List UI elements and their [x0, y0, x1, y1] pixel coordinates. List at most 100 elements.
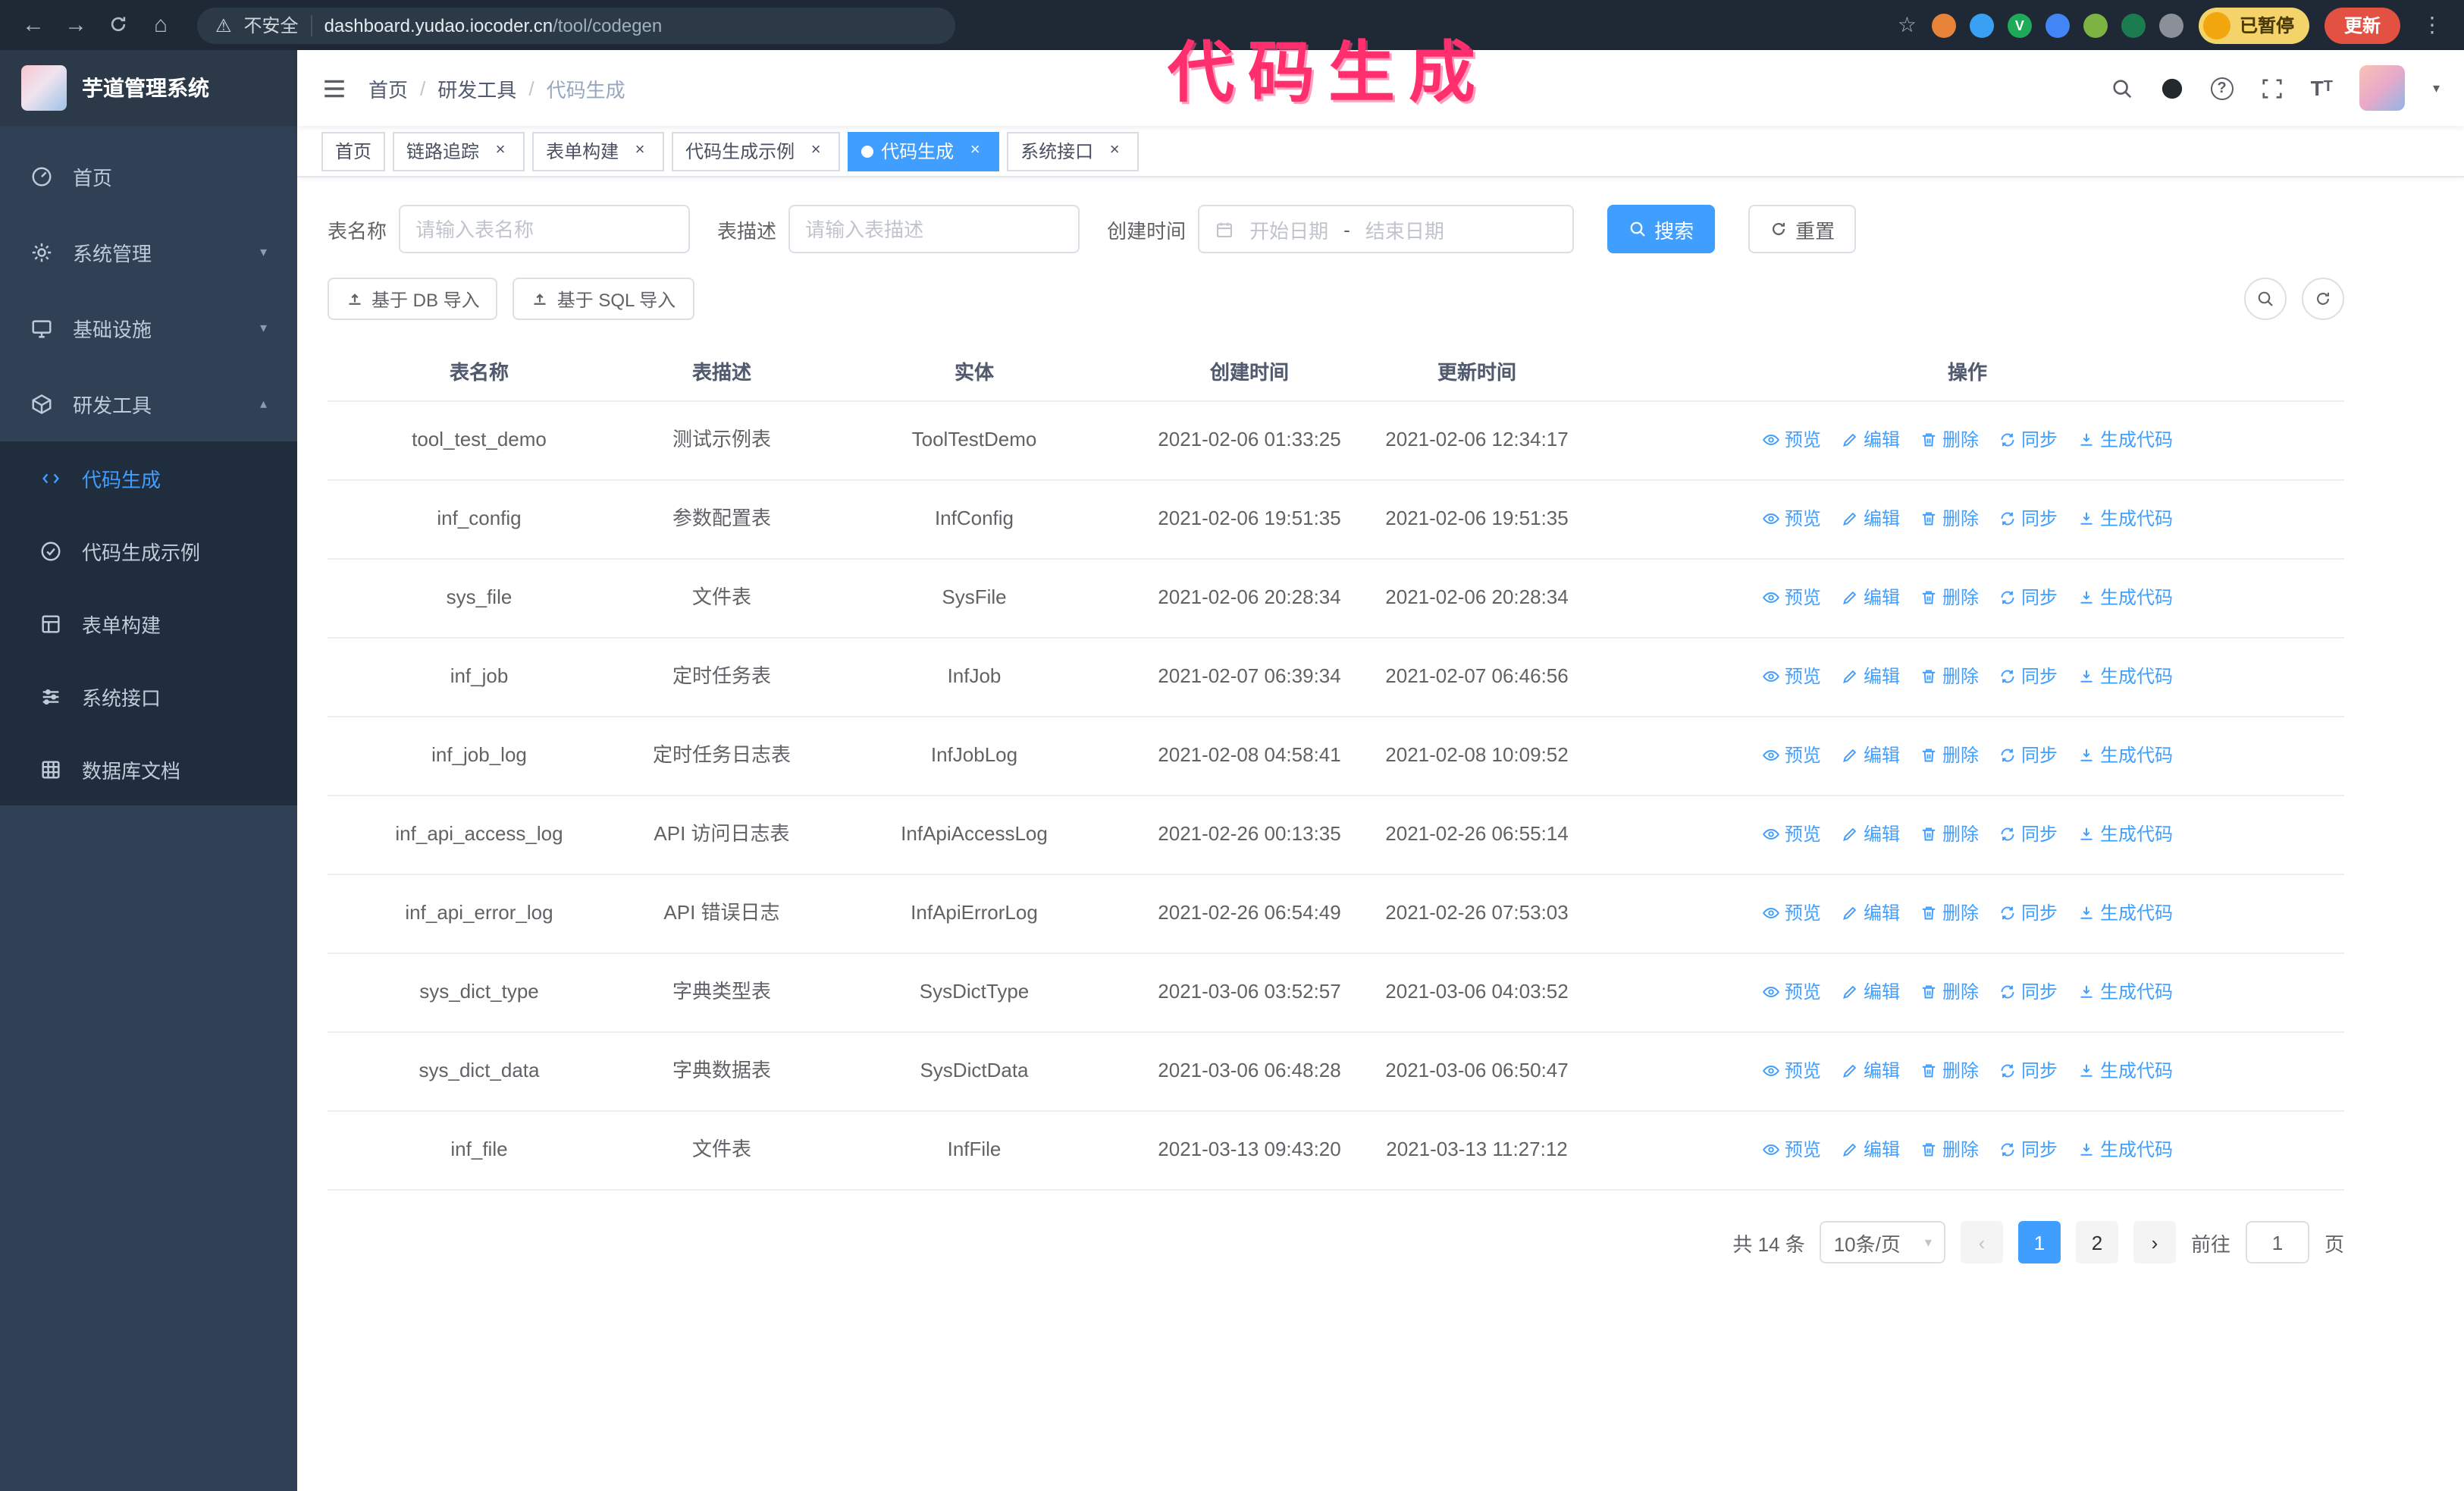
delete-action[interactable]: 删除	[1920, 978, 1979, 1009]
page-size-select[interactable]: 10条/页 ▾	[1820, 1221, 1945, 1263]
sidebar-item-system-api[interactable]: 系统接口	[0, 660, 297, 733]
edit-action[interactable]: 编辑	[1841, 583, 1900, 614]
sidebar-item-infra[interactable]: 基础设施 ▾	[0, 290, 297, 366]
table-name-input[interactable]	[399, 205, 691, 253]
hamburger-icon[interactable]	[321, 75, 347, 101]
import-db-button[interactable]: 基于 DB 导入	[328, 278, 498, 320]
tab-close-icon[interactable]: ×	[1104, 140, 1125, 162]
edit-action[interactable]: 编辑	[1841, 978, 1900, 1009]
date-range-input[interactable]: 开始日期 - 结束日期	[1198, 205, 1575, 253]
preview-action[interactable]: 预览	[1762, 899, 1821, 930]
delete-action[interactable]: 删除	[1920, 662, 1979, 693]
tab-home[interactable]: 首页	[321, 131, 386, 171]
delete-action[interactable]: 删除	[1920, 425, 1979, 457]
sync-action[interactable]: 同步	[1998, 504, 2058, 535]
goto-page-input[interactable]	[2245, 1221, 2309, 1263]
tab-system-api[interactable]: 系统接口 ×	[1007, 131, 1140, 171]
sync-action[interactable]: 同步	[1998, 820, 2058, 851]
edit-action[interactable]: 编辑	[1841, 504, 1900, 535]
extension-icon-7[interactable]	[2158, 13, 2183, 37]
extension-icon-6[interactable]	[2121, 13, 2146, 37]
table-desc-input[interactable]	[788, 205, 1080, 253]
generate-code-action[interactable]: 生成代码	[2077, 899, 2173, 930]
prev-page-button[interactable]: ‹	[1960, 1221, 2003, 1263]
preview-action[interactable]: 预览	[1762, 504, 1821, 535]
sync-action[interactable]: 同步	[1998, 978, 2058, 1009]
extension-icon-5[interactable]	[2083, 13, 2108, 37]
font-size-icon[interactable]: TT	[2311, 77, 2333, 99]
back-icon[interactable]: ←	[15, 7, 52, 43]
address-bar[interactable]: ⚠ 不安全 dashboard.yudao.iocoder.cn/tool/co…	[197, 7, 955, 43]
import-sql-button[interactable]: 基于 SQL 导入	[513, 278, 694, 320]
help-icon[interactable]: ?	[2210, 77, 2234, 99]
preview-action[interactable]: 预览	[1762, 1135, 1821, 1166]
tab-close-icon[interactable]: ×	[964, 140, 986, 162]
generate-code-action[interactable]: 生成代码	[2077, 662, 2173, 693]
delete-action[interactable]: 删除	[1920, 504, 1979, 535]
preview-action[interactable]: 预览	[1762, 425, 1821, 457]
sidebar-item-codegen[interactable]: 代码生成	[0, 441, 297, 514]
sidebar-item-home[interactable]: 首页	[0, 138, 297, 214]
generate-code-action[interactable]: 生成代码	[2077, 820, 2173, 851]
sidebar-item-form-builder[interactable]: 表单构建	[0, 587, 297, 660]
generate-code-action[interactable]: 生成代码	[2077, 583, 2173, 614]
sidebar-item-db-docs[interactable]: 数据库文档	[0, 733, 297, 805]
extension-icon-2[interactable]	[1969, 13, 1994, 37]
edit-action[interactable]: 编辑	[1841, 1056, 1900, 1088]
page-button-1[interactable]: 1	[2017, 1221, 2061, 1263]
delete-action[interactable]: 删除	[1920, 1135, 1979, 1166]
delete-action[interactable]: 删除	[1920, 820, 1979, 851]
generate-code-action[interactable]: 生成代码	[2077, 978, 2173, 1009]
breadcrumb-item[interactable]: 首页	[368, 74, 408, 102]
fullscreen-icon[interactable]	[2261, 77, 2284, 99]
page-button-2[interactable]: 2	[2075, 1221, 2118, 1263]
next-page-button[interactable]: ›	[2133, 1221, 2176, 1263]
sync-action[interactable]: 同步	[1998, 899, 2058, 930]
generate-code-action[interactable]: 生成代码	[2077, 1135, 2173, 1166]
github-icon[interactable]	[2161, 77, 2183, 99]
user-avatar[interactable]	[2359, 65, 2406, 111]
profile-paused-badge[interactable]: 已暂停	[2198, 7, 2309, 43]
tab-tracing[interactable]: 链路追踪 ×	[393, 131, 525, 171]
extension-icon-1[interactable]	[1931, 13, 1956, 37]
browser-menu-icon[interactable]: ⋮	[2415, 12, 2449, 38]
delete-action[interactable]: 删除	[1920, 583, 1979, 614]
tab-codegen[interactable]: 代码生成 ×	[848, 131, 1000, 171]
delete-action[interactable]: 删除	[1920, 741, 1979, 772]
forward-icon[interactable]: →	[58, 7, 94, 43]
edit-action[interactable]: 编辑	[1841, 425, 1900, 457]
edit-action[interactable]: 编辑	[1841, 820, 1900, 851]
home-icon[interactable]: ⌂	[143, 7, 179, 43]
reload-icon[interactable]	[100, 7, 136, 43]
preview-action[interactable]: 预览	[1762, 741, 1821, 772]
sidebar-item-codegen-example[interactable]: 代码生成示例	[0, 514, 297, 587]
generate-code-action[interactable]: 生成代码	[2077, 504, 2173, 535]
preview-action[interactable]: 预览	[1762, 662, 1821, 693]
generate-code-action[interactable]: 生成代码	[2077, 741, 2173, 772]
preview-action[interactable]: 预览	[1762, 1056, 1821, 1088]
edit-action[interactable]: 编辑	[1841, 741, 1900, 772]
sidebar-item-system[interactable]: 系统管理 ▾	[0, 214, 297, 290]
extension-icon-3[interactable]: V	[2007, 13, 2032, 37]
security-label[interactable]: 不安全	[244, 12, 299, 38]
update-button[interactable]: 更新	[2324, 7, 2400, 43]
edit-action[interactable]: 编辑	[1841, 662, 1900, 693]
sidebar-logo[interactable]: 芋道管理系统	[0, 50, 297, 126]
bookmark-star-icon[interactable]: ☆	[1898, 12, 1917, 38]
refresh-table-button[interactable]	[2302, 278, 2344, 320]
tab-close-icon[interactable]: ×	[805, 140, 826, 162]
edit-action[interactable]: 编辑	[1841, 899, 1900, 930]
preview-action[interactable]: 预览	[1762, 820, 1821, 851]
sync-action[interactable]: 同步	[1998, 1135, 2058, 1166]
sidebar-item-devtools[interactable]: 研发工具 ▴	[0, 366, 297, 441]
toggle-search-button[interactable]	[2244, 278, 2287, 320]
preview-action[interactable]: 预览	[1762, 583, 1821, 614]
tab-close-icon[interactable]: ×	[629, 140, 650, 162]
sync-action[interactable]: 同步	[1998, 1056, 2058, 1088]
tab-close-icon[interactable]: ×	[490, 140, 511, 162]
sync-action[interactable]: 同步	[1998, 662, 2058, 693]
delete-action[interactable]: 删除	[1920, 899, 1979, 930]
search-button[interactable]: 搜索	[1607, 205, 1716, 253]
sync-action[interactable]: 同步	[1998, 425, 2058, 457]
edit-action[interactable]: 编辑	[1841, 1135, 1900, 1166]
